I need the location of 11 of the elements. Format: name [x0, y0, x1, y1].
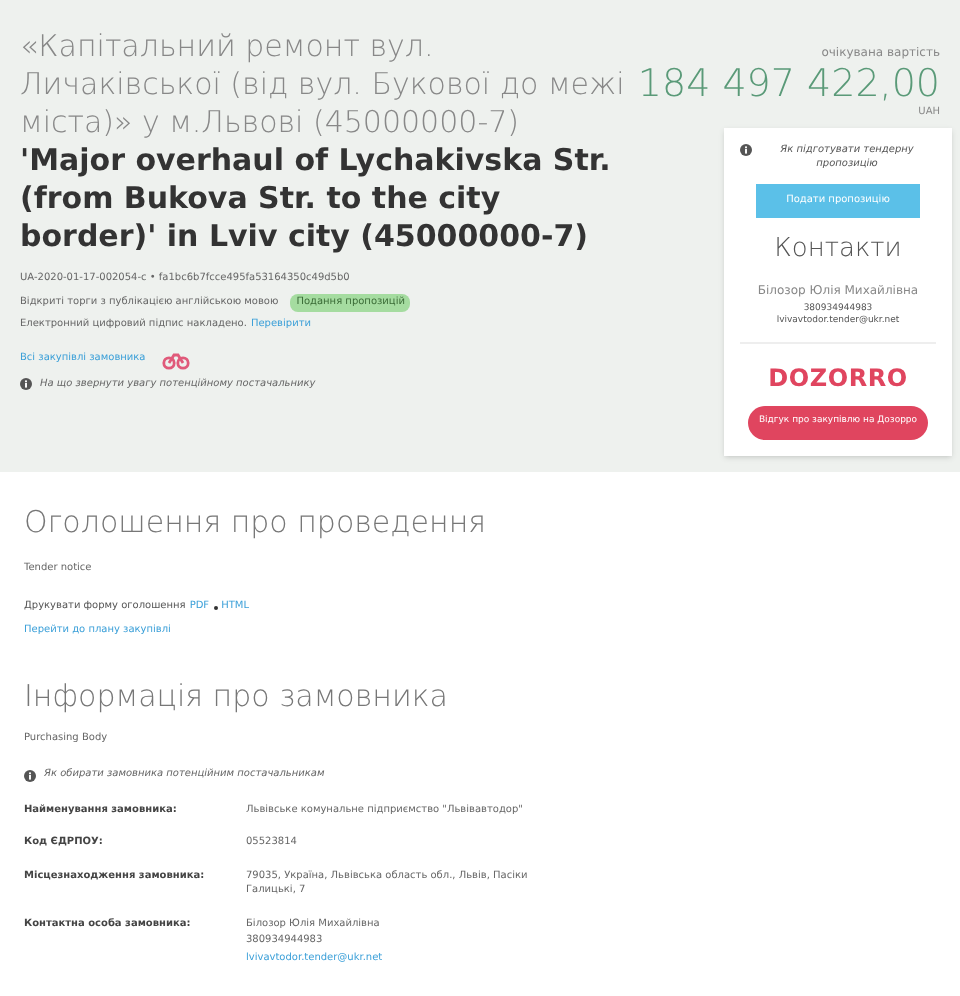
- tender-title: «Капітальний ремонт вул. Личаківської (від вул. Букової до межі міста)» у м.Львові (45000000-7): [20, 28, 627, 142]
- expected-value: 184 497 422,00: [637, 62, 940, 106]
- info-icon: [20, 378, 32, 391]
- info-icon: [740, 143, 752, 155]
- tender-title-english: 'Major overhaul of Lychakivska Str. (from Bukova Str. to the city border)' in Lviv city (45000000-7): [20, 142, 613, 256]
- section-heading: Оголошення про проведення: [24, 502, 489, 544]
- info-icon: [24, 769, 36, 782]
- bicycle-icon[interactable]: [161, 351, 190, 369]
- dozorro-logo: DOZORRO: [768, 362, 908, 396]
- contacts-heading: Контакти: [774, 232, 902, 268]
- section-heading: Інформація про замовника: [24, 676, 450, 718]
